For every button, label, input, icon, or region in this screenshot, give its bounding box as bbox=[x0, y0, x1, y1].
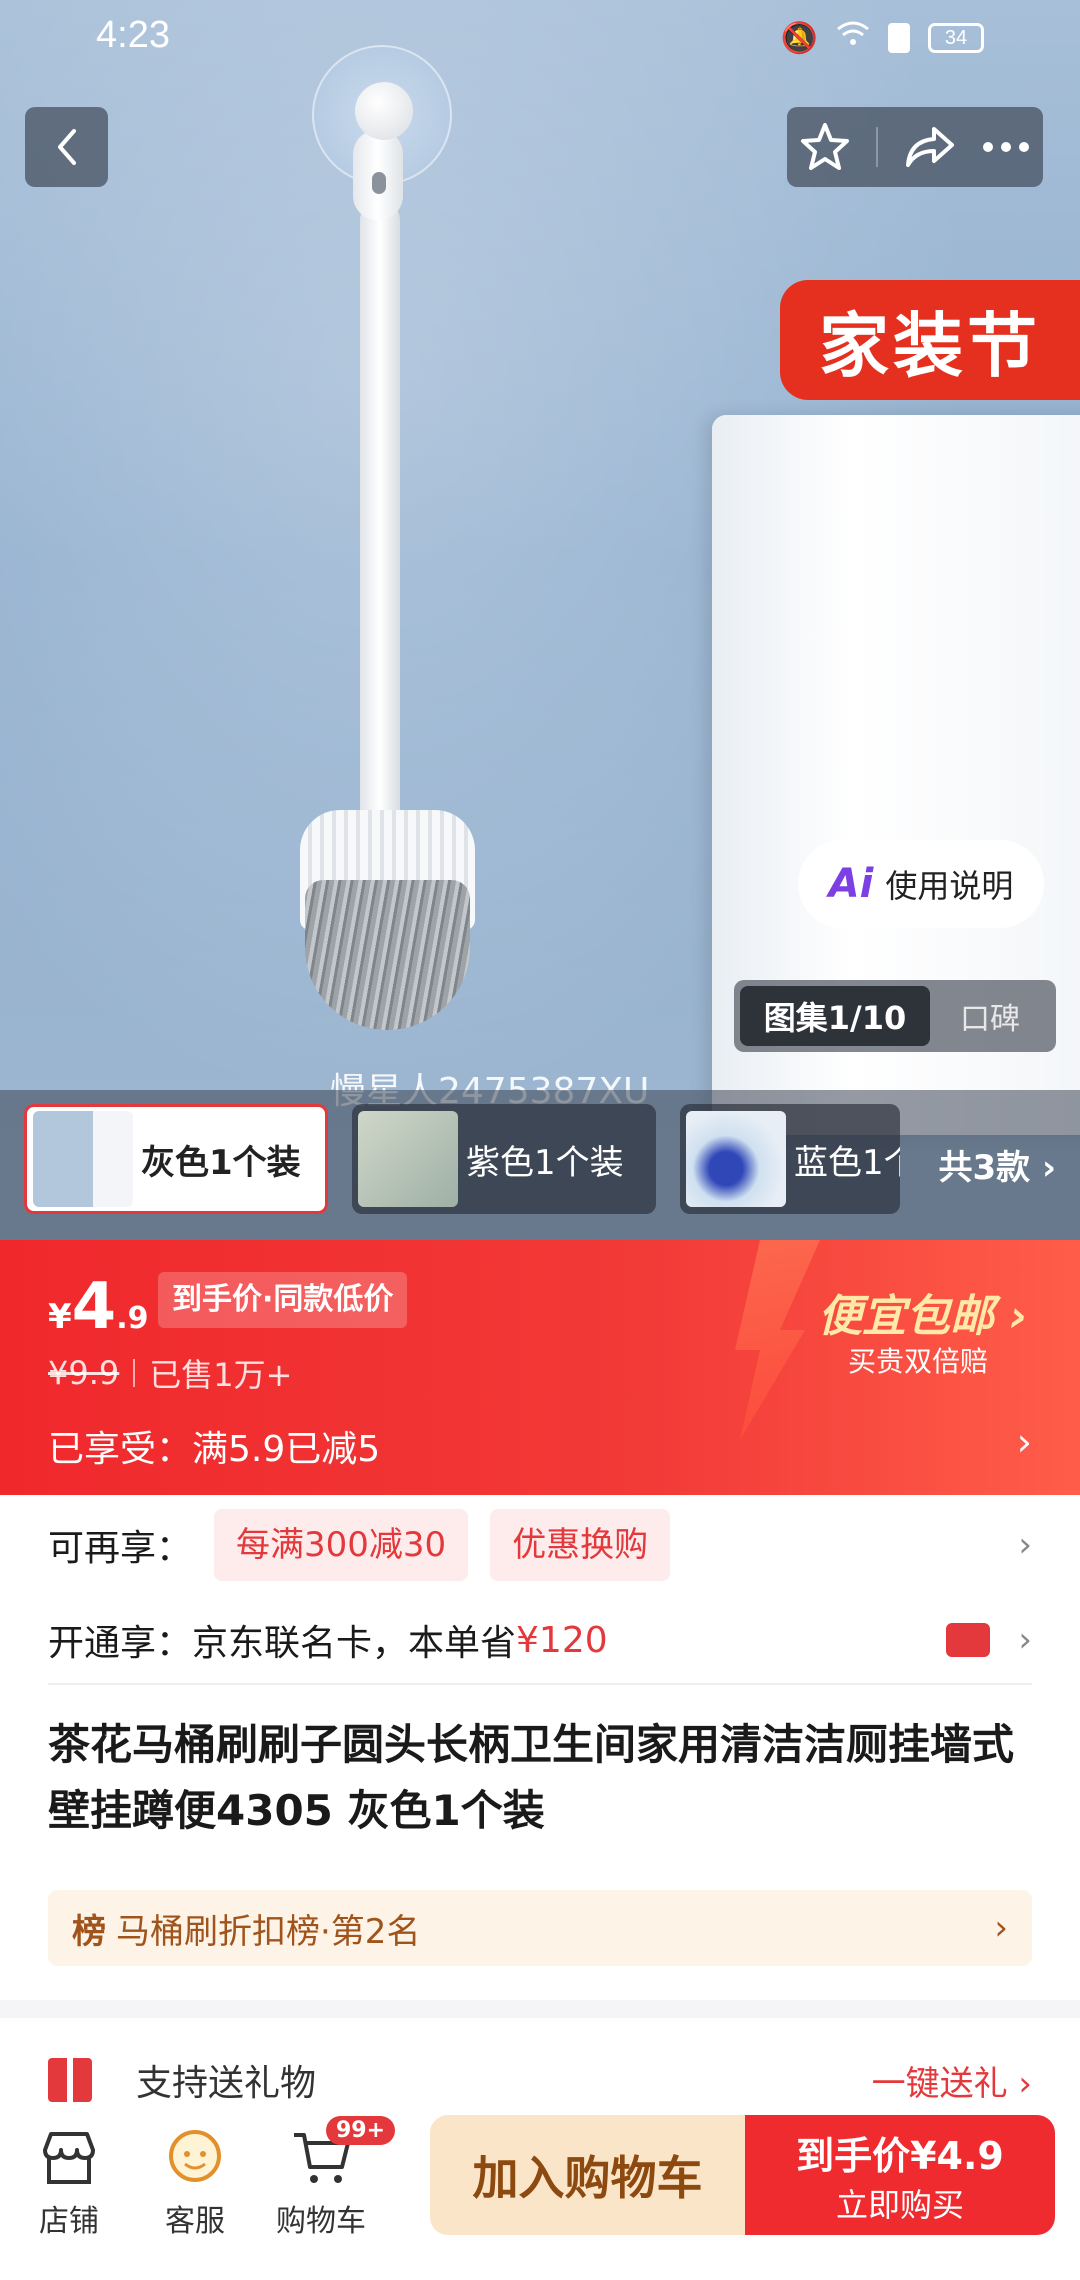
tab-gallery[interactable]: 图集1/10 bbox=[740, 986, 930, 1046]
price-banner: ¥ 4 .9 到手价·同款低价 ¥9.9 已售1万+ 已享受：满5.9已减5 ›… bbox=[0, 1240, 1080, 1495]
ranking-banner[interactable]: 榜 马桶刷折扣榜·第2名 › bbox=[48, 1890, 1032, 1966]
more-discounts-label: 可再享： bbox=[48, 1528, 193, 1569]
rank-icon: 榜 bbox=[72, 1911, 106, 1952]
variant-purple[interactable]: 紫色1个装 bbox=[352, 1104, 656, 1214]
variant-thumb bbox=[686, 1111, 786, 1207]
back-button[interactable] bbox=[25, 107, 108, 187]
bottom-bar: 店铺 客服 购物车 99+ 加入购物车 到手价¥4.9 立即购买 bbox=[0, 2110, 1080, 2280]
wifi-icon bbox=[836, 20, 870, 56]
variant-selector: 灰色1个装 紫色1个装 蓝色1个 bbox=[0, 1090, 1080, 1240]
top-actions bbox=[787, 107, 1043, 187]
star-icon[interactable] bbox=[799, 121, 851, 173]
double-comp-label: 买贵双倍赔 bbox=[848, 1345, 989, 1378]
gift-icon bbox=[48, 2058, 92, 2102]
suction-knob bbox=[355, 82, 413, 140]
chevron-right-icon: › bbox=[994, 1908, 1008, 1948]
price-tag: 到手价·同款低价 bbox=[158, 1272, 408, 1328]
instruction-label: 使用说明 bbox=[885, 867, 1014, 905]
status-icons: 🔕 34 bbox=[781, 20, 984, 56]
hang-hole bbox=[372, 172, 386, 194]
back-icon bbox=[57, 129, 76, 165]
battery-icon: 34 bbox=[928, 23, 984, 53]
gallery-switch: 图集1/10 口碑 bbox=[734, 980, 1056, 1052]
tab-reviews[interactable]: 口碑 bbox=[930, 994, 1050, 1038]
variant-gray[interactable]: 灰色1个装 bbox=[24, 1104, 328, 1214]
exchange-chip[interactable]: 优惠换购 bbox=[490, 1509, 671, 1581]
service-icon bbox=[140, 2120, 250, 2196]
price-currency: ¥ bbox=[48, 1297, 72, 1337]
buy-now-price: 到手价¥4.9 bbox=[796, 2133, 1004, 2178]
more-discounts-row[interactable]: 可再享： 每满300减30 优惠换购 › bbox=[48, 1505, 1032, 1585]
variant-blue[interactable]: 蓝色1个 bbox=[680, 1104, 900, 1214]
status-bar: 4:23 🔕 34 bbox=[0, 0, 1080, 80]
action-divider bbox=[875, 127, 878, 167]
store-icon bbox=[14, 2120, 124, 2196]
enjoyed-discount[interactable]: 已享受：满5.9已减5 bbox=[48, 1420, 380, 1472]
divider bbox=[48, 1683, 1032, 1685]
variants-more-link[interactable]: 共3款 › bbox=[938, 1140, 1056, 1189]
status-time: 4:23 bbox=[96, 14, 170, 56]
ai-icon: Ai bbox=[828, 861, 874, 907]
divider bbox=[133, 1359, 136, 1387]
buy-now-button[interactable]: 到手价¥4.9 立即购买 bbox=[745, 2115, 1055, 2235]
variant-label: 灰色1个装 bbox=[141, 1142, 301, 1183]
service-label: 客服 bbox=[165, 2204, 225, 2239]
alert-icon bbox=[888, 23, 910, 53]
cart-badge: 99+ bbox=[326, 2116, 396, 2145]
rank-text: 马桶刷折扣榜·第2名 bbox=[116, 1911, 421, 1952]
variant-label: 紫色1个装 bbox=[466, 1142, 624, 1183]
chevron-right-icon: › bbox=[1018, 1620, 1032, 1660]
card-offer-text: 开通享：京东联名卡，本单省 bbox=[48, 1623, 517, 1664]
variant-thumb bbox=[33, 1111, 133, 1207]
gift-label: 支持送礼物 bbox=[136, 2063, 317, 2104]
free-shipping-label[interactable]: 便宜包邮 › bbox=[818, 1280, 1027, 1344]
credit-card-icon bbox=[946, 1623, 990, 1657]
gift-row[interactable]: 支持送礼物 一键送礼 › bbox=[48, 2050, 1032, 2110]
brush-handle bbox=[360, 200, 400, 840]
cart-label: 购物车 bbox=[276, 2204, 366, 2239]
store-label: 店铺 bbox=[39, 2204, 99, 2239]
mute-icon: 🔕 bbox=[780, 20, 818, 56]
festival-badge[interactable]: 家装节 bbox=[780, 280, 1080, 400]
add-to-cart-button[interactable]: 加入购物车 bbox=[430, 2115, 745, 2235]
section-gap bbox=[0, 2000, 1080, 2018]
more-icon[interactable] bbox=[981, 140, 1031, 154]
sold-count: 已售1万+ bbox=[149, 1356, 293, 1394]
original-price: ¥9.9 bbox=[48, 1354, 120, 1392]
chevron-right-icon: › bbox=[1018, 1525, 1032, 1565]
variant-label: 蓝色1个 bbox=[794, 1142, 900, 1183]
card-offer-row[interactable]: 开通享：京东联名卡，本单省 ¥120 › bbox=[48, 1600, 1032, 1680]
service-button[interactable]: 客服 bbox=[140, 2120, 250, 2240]
product-title: 茶花马桶刷刷子圆头长柄卫生间家用清洁洁厕挂墙式壁挂蹲便4305 灰色1个装 bbox=[48, 1720, 1015, 1835]
store-button[interactable]: 店铺 bbox=[14, 2120, 124, 2240]
original-price-row: ¥9.9 已售1万+ bbox=[48, 1350, 292, 1396]
instruction-button[interactable]: Ai 使用说明 bbox=[798, 840, 1044, 928]
card-offer-amount: ¥120 bbox=[516, 1619, 608, 1661]
price-integer: 4 bbox=[71, 1270, 117, 1344]
final-price: ¥ 4 .9 bbox=[48, 1270, 148, 1344]
cart-button[interactable]: 购物车 99+ bbox=[266, 2116, 396, 2240]
chevron-right-icon[interactable]: › bbox=[1017, 1420, 1032, 1464]
buy-now-label: 立即购买 bbox=[835, 2185, 964, 2224]
send-gift-link[interactable]: 一键送礼 › bbox=[872, 2056, 1032, 2105]
lightning-decoration bbox=[735, 1240, 820, 1440]
variant-thumb bbox=[358, 1111, 458, 1207]
coupon-chip[interactable]: 每满300减30 bbox=[214, 1509, 469, 1581]
price-decimal: .9 bbox=[116, 1301, 149, 1336]
share-icon[interactable] bbox=[902, 123, 956, 171]
